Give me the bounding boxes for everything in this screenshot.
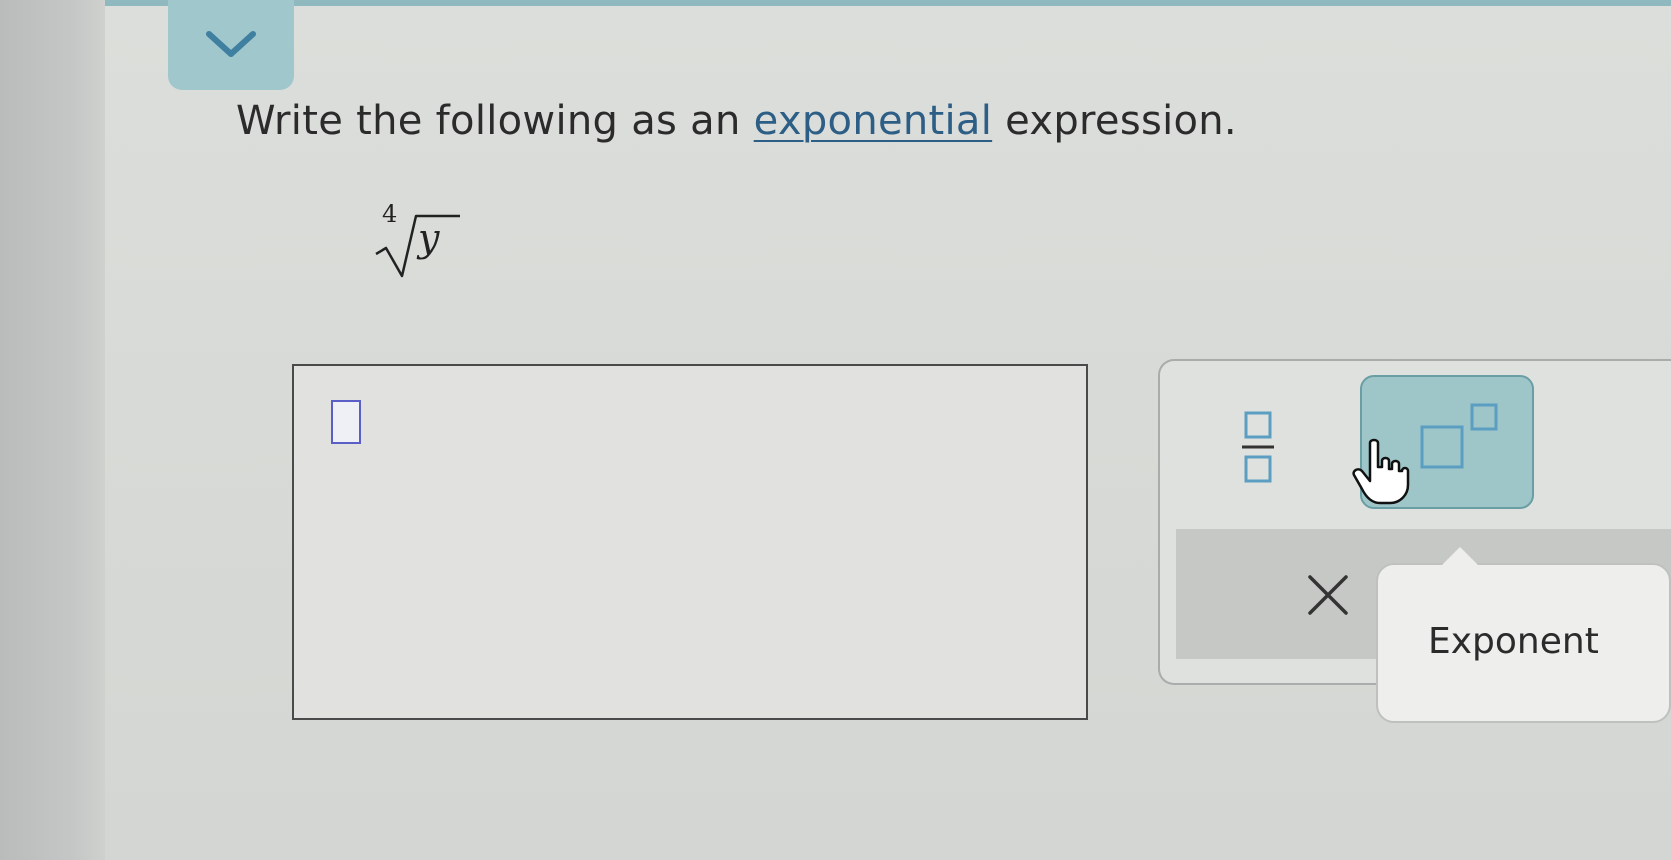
fraction-template-icon <box>1242 411 1274 483</box>
answer-placeholder-slot[interactable] <box>331 400 361 444</box>
collapse-button[interactable] <box>168 0 294 90</box>
chevron-down-icon <box>206 31 256 57</box>
exponent-tooltip: Exponent <box>1376 547 1671 723</box>
exponential-link[interactable]: exponential <box>754 98 992 144</box>
exponent-template-icon <box>1420 403 1498 469</box>
radical-sign-icon <box>375 214 460 278</box>
answer-input[interactable] <box>292 364 1088 720</box>
screen: Write the following as an exponential ex… <box>0 0 1671 860</box>
close-icon <box>1308 575 1348 615</box>
fraction-button[interactable] <box>1226 397 1290 497</box>
left-margin <box>0 0 105 860</box>
radicand: y <box>418 216 440 260</box>
exponent-button[interactable] <box>1352 375 1534 509</box>
question-prefix: Write the following as an <box>236 98 741 144</box>
clear-button[interactable] <box>1302 569 1354 621</box>
hand-pointer-icon <box>1352 438 1410 505</box>
tooltip-text: Exponent <box>1428 621 1599 662</box>
question-text: Write the following as an exponential ex… <box>236 98 1237 144</box>
radical-expression: 4 y <box>372 200 462 290</box>
question-suffix: expression. <box>1005 98 1237 144</box>
top-accent-bar <box>105 0 1671 6</box>
